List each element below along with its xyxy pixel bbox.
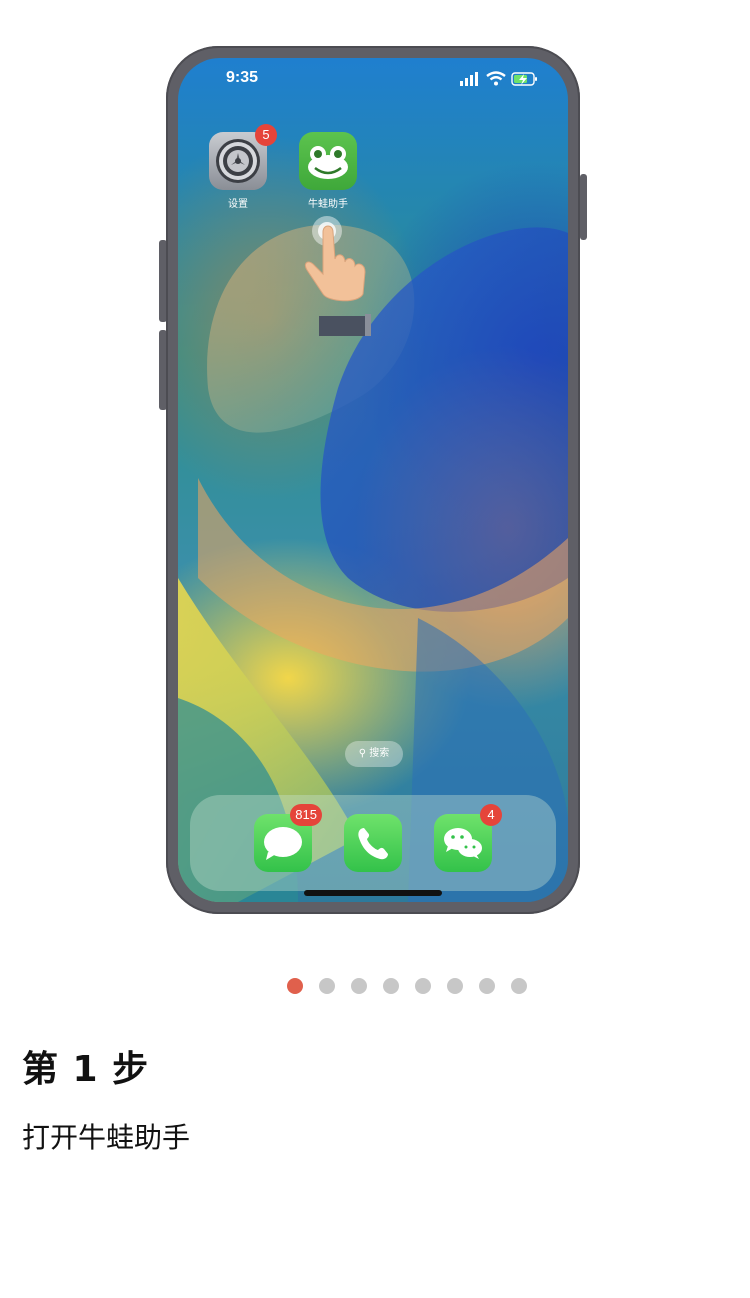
- wifi-icon: [486, 71, 506, 86]
- settings-badge: 5: [255, 124, 277, 146]
- dock-wechat[interactable]: 4: [434, 804, 502, 872]
- search-label: 搜索: [369, 748, 390, 759]
- app-label-settings: 设置: [228, 199, 248, 210]
- dock-phone[interactable]: [344, 814, 402, 872]
- phone-screen: 9:35 5 设置 牛蛙助手 ⚲ 搜索 815 4: [178, 58, 568, 902]
- app-settings[interactable]: 5 设置: [208, 124, 277, 210]
- pager-dot-2[interactable]: [319, 978, 335, 994]
- power-button: [580, 174, 587, 240]
- tutorial-page: 9:35 5 设置 牛蛙助手 ⚲ 搜索 815 4 第 1 步 打开牛蛙助手: [0, 0, 750, 1298]
- phone-icon: [358, 828, 388, 860]
- status-icons: [460, 71, 537, 86]
- step-description: 打开牛蛙助手: [22, 1121, 191, 1154]
- home-indicator: [304, 890, 442, 896]
- pager-dot-7[interactable]: [479, 978, 495, 994]
- tap-hand-icon: [304, 216, 371, 336]
- step-title: 第 1 步: [22, 1049, 150, 1090]
- pager-dot-3[interactable]: [351, 978, 367, 994]
- pager-dot-6[interactable]: [447, 978, 463, 994]
- dock-messages[interactable]: 815: [254, 804, 322, 872]
- settings-gear-icon: 5: [209, 124, 277, 190]
- pager-dot-4[interactable]: [383, 978, 399, 994]
- wechat-badge: 4: [480, 804, 502, 826]
- search-icon: ⚲: [358, 748, 367, 759]
- app-frog-assistant[interactable]: 牛蛙助手: [298, 132, 358, 210]
- frog-icon: [299, 132, 357, 190]
- battery-charging-icon: [511, 72, 537, 86]
- pager-dot-5[interactable]: [415, 978, 431, 994]
- pager-dot-1[interactable]: [287, 978, 303, 994]
- status-time: 9:35: [226, 69, 259, 86]
- search-button[interactable]: ⚲ 搜索: [345, 741, 403, 767]
- signal-icon: [460, 72, 478, 86]
- app-label-frog-assistant: 牛蛙助手: [308, 199, 348, 210]
- dock: 815 4: [190, 795, 556, 891]
- status-bar: 9:35: [178, 58, 568, 104]
- pager-dot-8[interactable]: [511, 978, 527, 994]
- messages-badge: 815: [290, 804, 322, 826]
